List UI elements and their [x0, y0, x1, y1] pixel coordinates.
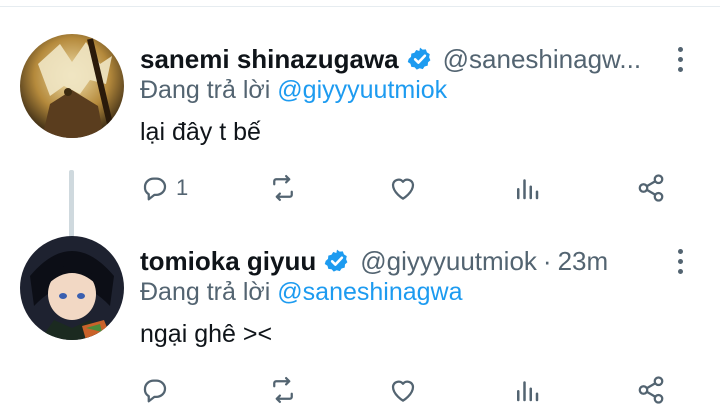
display-name[interactable]: tomioka giyuu [140, 246, 316, 277]
reply-context: Đang trả lời @giyyyuutmiok [140, 76, 447, 105]
verified-badge-icon [325, 249, 348, 272]
avatar-image [20, 34, 124, 138]
tweet-header: sanemi shinazugawa @saneshinagw... [140, 42, 660, 76]
tweet-text: lại đây t bế [140, 118, 261, 146]
handle[interactable]: @giyyyuutmiok [360, 246, 537, 277]
verified-badge-icon [407, 47, 431, 70]
reply-mention-link[interactable]: @saneshinagwa [277, 278, 462, 306]
avatar[interactable] [20, 236, 124, 340]
share-button[interactable] [636, 372, 666, 408]
retweet-icon [273, 377, 293, 403]
tweet-text: ngại ghê >< [140, 320, 273, 348]
reply-prefix: Đang trả lời [140, 76, 271, 104]
tweet[interactable]: sanemi shinazugawa @saneshinagw... Đang … [0, 30, 720, 262]
action-bar [140, 372, 680, 408]
stats-icon [517, 179, 539, 200]
reply-button[interactable]: 1 [140, 170, 188, 206]
like-button[interactable] [388, 170, 418, 206]
tweet[interactable]: tomioka giyuu @giyyyuutmiok · 23m Đang t… [0, 232, 720, 417]
separator-dot: · [542, 245, 552, 276]
more-icon[interactable] [668, 244, 692, 278]
stats-button[interactable] [512, 372, 542, 408]
retweet-icon [273, 175, 293, 201]
handle[interactable]: @saneshinagw... [443, 44, 641, 75]
retweet-button[interactable] [268, 170, 298, 206]
reply-mention-link[interactable]: @giyyyuutmiok [277, 76, 447, 104]
tweet-header: tomioka giyuu @giyyyuutmiok · 23m [140, 244, 660, 278]
timestamp[interactable]: 23m [558, 246, 609, 277]
stats-icon [517, 381, 539, 402]
share-button[interactable] [636, 170, 666, 206]
reply-prefix: Đang trả lời [140, 278, 271, 306]
reply-icon [143, 379, 167, 403]
like-button[interactable] [388, 372, 418, 408]
avatar-image [20, 236, 124, 340]
reply-context: Đang trả lời @saneshinagwa [140, 278, 463, 307]
reply-icon [143, 177, 167, 201]
reply-button[interactable] [140, 372, 170, 408]
like-icon [391, 178, 415, 200]
retweet-button[interactable] [268, 372, 298, 408]
avatar[interactable] [20, 34, 124, 138]
more-icon[interactable] [668, 42, 692, 76]
reply-count: 1 [176, 175, 189, 200]
like-icon [391, 380, 415, 402]
display-name[interactable]: sanemi shinazugawa [140, 44, 399, 75]
stats-button[interactable] [512, 170, 542, 206]
share-icon [638, 174, 664, 202]
share-icon [638, 376, 664, 404]
top-divider [0, 6, 720, 7]
action-bar: 1 [140, 170, 680, 206]
